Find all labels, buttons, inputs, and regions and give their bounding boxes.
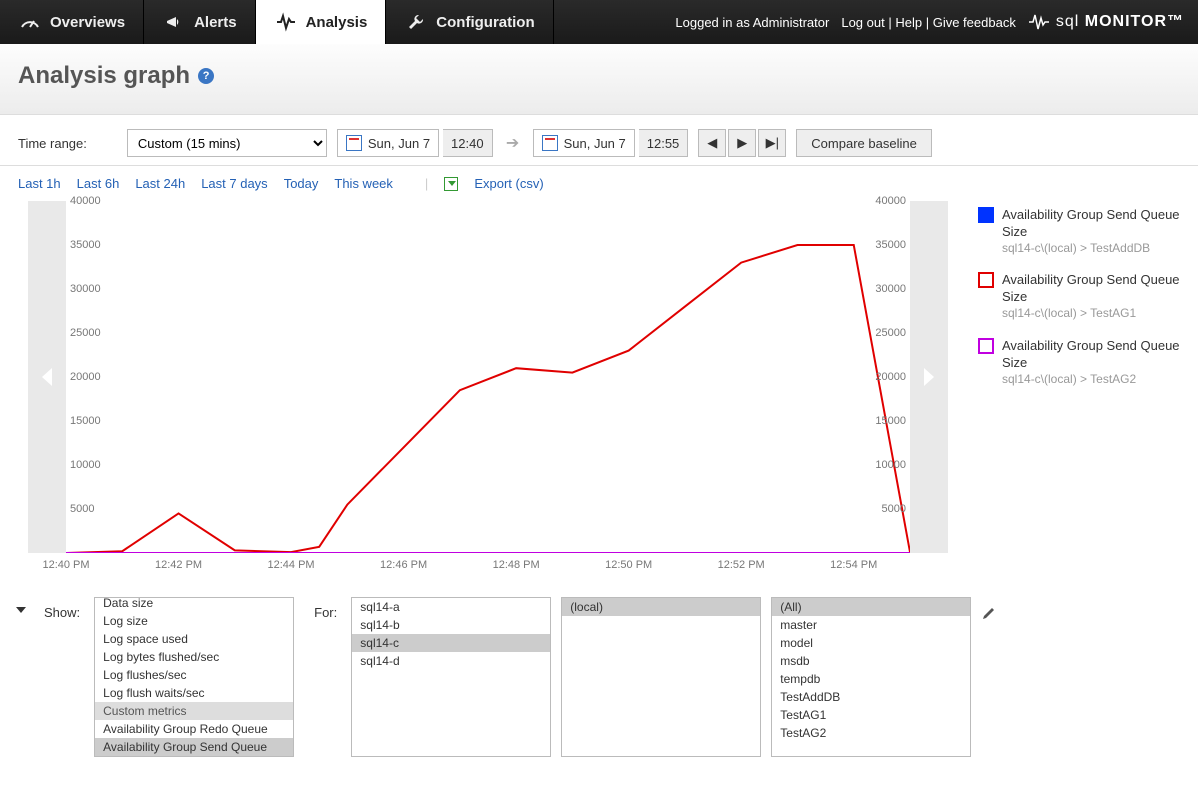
chart-pan-left[interactable] [28, 201, 66, 553]
help-icon[interactable]: ? [198, 68, 214, 84]
for-label: For: [304, 597, 341, 620]
database-listbox[interactable]: (All)mastermodelmsdbtempdbTestAddDBTestA… [771, 597, 971, 757]
export-icon [444, 177, 458, 191]
metric-listbox[interactable]: Data sizeLog sizeLog space usedLog bytes… [94, 597, 294, 757]
nav-tab-configuration[interactable]: Configuration [386, 0, 553, 44]
page-header: Analysis graph ? [0, 44, 1198, 115]
prev-button[interactable]: ◀ [698, 129, 726, 157]
legend-swatch [978, 338, 994, 354]
y-axis-left: 500010000150002000025000300003500040000 [66, 201, 114, 553]
page-title: Analysis graph [18, 62, 190, 90]
megaphone-icon [162, 10, 186, 34]
list-option[interactable]: Log flushes/sec [95, 666, 293, 684]
list-option[interactable]: Log space used [95, 630, 293, 648]
list-option[interactable]: sql14-b [352, 616, 550, 634]
quicklink-last-7-days[interactable]: Last 7 days [201, 176, 268, 191]
quicklink-last-1h[interactable]: Last 1h [18, 176, 61, 191]
instance-listbox[interactable]: (local) [561, 597, 761, 757]
list-option[interactable]: (local) [562, 598, 760, 616]
legend-swatch [978, 272, 994, 288]
app-logo: sql MONITOR™ [1028, 11, 1184, 33]
pulse-logo-icon [1028, 11, 1050, 33]
date-to-group: Sun, Jun 7 12:55 [533, 129, 689, 157]
feedback-link[interactable]: Give feedback [933, 15, 1016, 30]
pulse-icon [274, 10, 298, 34]
time-range-select[interactable]: Custom (15 mins) [127, 129, 327, 157]
help-link[interactable]: Help [895, 15, 922, 30]
list-option: Custom metrics [95, 702, 293, 720]
list-option[interactable]: sql14-d [352, 652, 550, 670]
date-to-text: Sun, Jun 7 [564, 136, 626, 151]
date-to-picker[interactable]: Sun, Jun 7 [533, 129, 635, 157]
list-option[interactable]: Data size [95, 597, 293, 612]
list-option[interactable]: TestAddDB [772, 688, 970, 706]
legend-item[interactable]: Availability Group Send Queue Sizesql14-… [978, 207, 1180, 256]
calendar-icon [346, 135, 362, 151]
time-range-label: Time range: [18, 136, 117, 151]
next-button[interactable]: ▶ [728, 129, 756, 157]
calendar-icon [542, 135, 558, 151]
logged-in-text: Logged in as Administrator [675, 15, 829, 30]
chart-pan-right[interactable] [910, 201, 948, 553]
compare-baseline-button[interactable]: Compare baseline [796, 129, 932, 157]
list-option[interactable]: msdb [772, 652, 970, 670]
selector-row: Show: Data sizeLog sizeLog space usedLog… [0, 591, 1198, 777]
list-option[interactable]: sql14-a [352, 598, 550, 616]
top-nav: OverviewsAlertsAnalysisConfiguration Log… [0, 0, 1198, 44]
chart-container: 500010000150002000025000300003500040000 … [18, 201, 958, 581]
legend-item[interactable]: Availability Group Send Queue Sizesql14-… [978, 272, 1180, 321]
date-from-group: Sun, Jun 7 12:40 [337, 129, 493, 157]
list-option[interactable]: tempdb [772, 670, 970, 688]
quicklink-last-24h[interactable]: Last 24h [135, 176, 185, 191]
logout-link[interactable]: Log out [841, 15, 884, 30]
nav-tab-alerts[interactable]: Alerts [144, 0, 256, 44]
list-option[interactable]: Availability Group Send Queue [95, 738, 293, 756]
time-to-input[interactable]: 12:55 [639, 129, 689, 157]
time-from-input[interactable]: 12:40 [443, 129, 493, 157]
list-option[interactable]: (All) [772, 598, 970, 616]
wrench-icon [404, 10, 428, 34]
list-option[interactable]: TestAG1 [772, 706, 970, 724]
quick-links: Last 1h Last 6h Last 24h Last 7 days Today Th… [0, 166, 1198, 201]
nav-tab-analysis[interactable]: Analysis [256, 0, 387, 44]
list-option[interactable]: TestAG2 [772, 724, 970, 742]
gauge-icon [18, 10, 42, 34]
chart-legend: Availability Group Send Queue Sizesql14-… [978, 201, 1180, 403]
list-option[interactable]: master [772, 616, 970, 634]
list-option[interactable]: Availability Group Redo Queue [95, 720, 293, 738]
arrow-right-icon: ➔ [503, 133, 523, 153]
legend-item[interactable]: Availability Group Send Queue Sizesql14-… [978, 338, 1180, 387]
collapse-toggle[interactable] [16, 607, 26, 613]
last-button[interactable]: ▶| [758, 129, 786, 157]
date-from-text: Sun, Jun 7 [368, 136, 430, 151]
x-axis: 12:40 PM12:42 PM12:44 PM12:46 PM12:48 PM… [66, 559, 910, 577]
date-from-picker[interactable]: Sun, Jun 7 [337, 129, 439, 157]
time-nav-buttons: ◀ ▶ ▶| [698, 129, 786, 157]
list-option[interactable]: Log bytes flushed/sec [95, 648, 293, 666]
server-listbox[interactable]: sql14-asql14-bsql14-csql14-d [351, 597, 551, 757]
nav-tab-overviews[interactable]: Overviews [0, 0, 144, 44]
nav-tabs: OverviewsAlertsAnalysisConfiguration [0, 0, 554, 44]
y-axis-right: 500010000150002000025000300003500040000 [862, 201, 910, 553]
export-csv-link[interactable]: Export (csv) [474, 176, 543, 191]
chart-plot-area[interactable] [66, 201, 910, 553]
show-label: Show: [34, 597, 84, 620]
edit-icon[interactable] [981, 605, 997, 621]
list-option[interactable]: Log size [95, 612, 293, 630]
list-option[interactable]: Log flush waits/sec [95, 684, 293, 702]
list-option[interactable]: sql14-c [352, 634, 550, 652]
quicklink-last-6h[interactable]: Last 6h [77, 176, 120, 191]
legend-swatch [978, 207, 994, 223]
quicklink-today[interactable]: Today [284, 176, 319, 191]
controls-bar: Time range: Custom (15 mins) Sun, Jun 7 … [0, 115, 1198, 166]
nav-right: Logged in as Administrator Log out | Hel… [675, 0, 1198, 44]
chart-row: 500010000150002000025000300003500040000 … [0, 201, 1198, 591]
list-option[interactable]: model [772, 634, 970, 652]
quicklink-this-week[interactable]: This week [334, 176, 393, 191]
